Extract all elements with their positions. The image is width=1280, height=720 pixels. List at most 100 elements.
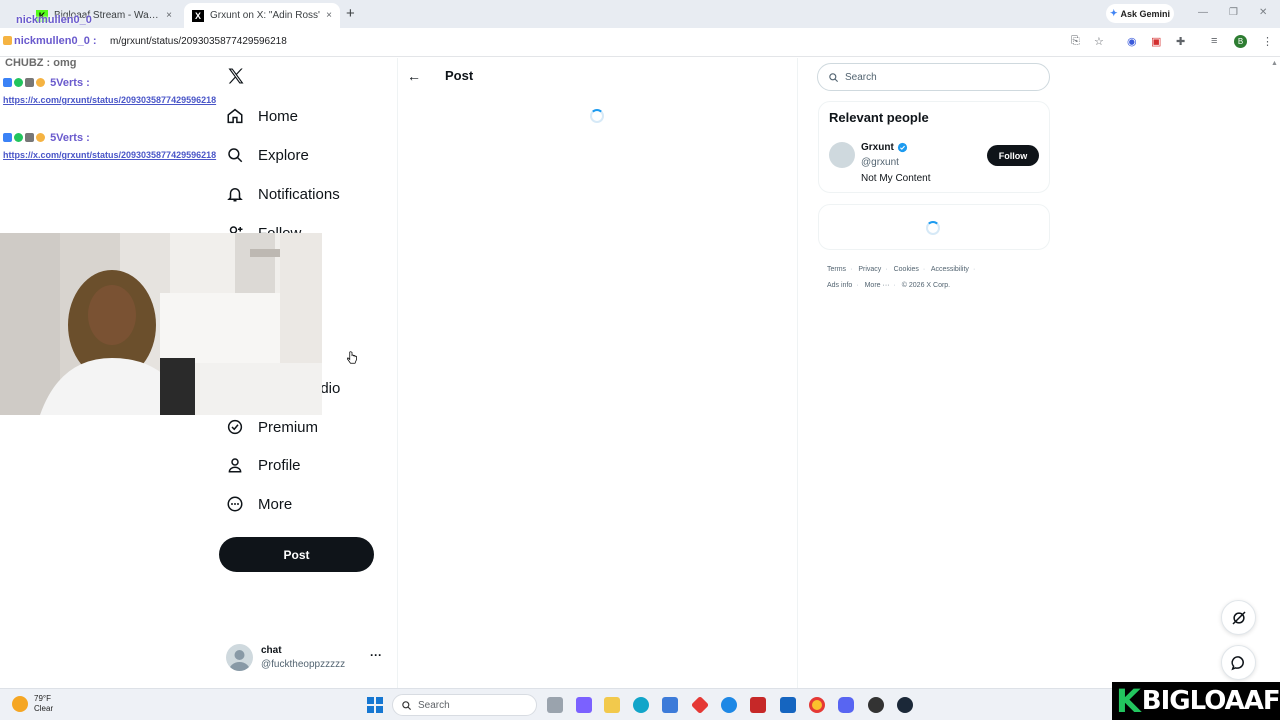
close-icon[interactable]: × — [320, 10, 332, 21]
account-switcher[interactable]: chat @fucktheoppzzzzz ··· — [226, 642, 386, 674]
back-arrow-icon[interactable]: ← — [407, 68, 421, 84]
x-favicon-icon: X — [192, 9, 204, 22]
red-app-icon[interactable] — [690, 695, 710, 715]
page-title: Post — [445, 68, 474, 83]
search-input[interactable] — [845, 71, 1025, 83]
outlook-icon[interactable] — [780, 697, 796, 713]
home-icon — [227, 108, 243, 124]
relevant-people-title: Relevant people — [829, 110, 929, 125]
discord-icon[interactable] — [838, 697, 854, 713]
person-icon — [228, 458, 242, 473]
badge-icon — [14, 133, 23, 142]
person-name-text: Grxunt — [861, 142, 894, 153]
search-box[interactable] — [817, 63, 1050, 91]
copilot-icon[interactable] — [576, 697, 592, 713]
weather-description: Clear — [34, 704, 54, 713]
trends-card-loading — [818, 204, 1050, 250]
verified-icon — [227, 419, 243, 435]
footer-link-ads-info[interactable]: Ads info — [827, 282, 852, 289]
menu-kebab-icon[interactable]: ⋮ — [1262, 35, 1273, 48]
bell-icon — [227, 188, 243, 202]
tab-title: Grxunt on X: "Adin Ross's friend — [210, 10, 320, 21]
ask-gemini-button[interactable]: ✦ Ask Gemini — [1106, 4, 1174, 23]
copyright: © 2026 X Corp. — [901, 282, 951, 289]
mouse-cursor-icon — [346, 351, 358, 370]
store-icon[interactable] — [662, 697, 678, 713]
post-button[interactable]: Post — [219, 537, 374, 572]
extensions-puzzle-icon[interactable]: ✚ — [1176, 35, 1185, 48]
chat-overlay-line: nickmullen0_0 : — [3, 35, 97, 47]
ask-gemini-label: Ask Gemini — [1120, 8, 1171, 19]
edge-icon[interactable] — [633, 697, 649, 713]
file-explorer-icon[interactable] — [604, 697, 620, 713]
url-field[interactable]: m/grxunt/status/2093035877429596218 — [110, 36, 287, 47]
footer-link-accessibility[interactable]: Accessibility — [931, 266, 969, 273]
follow-button[interactable]: Follow — [987, 145, 1039, 166]
media-control-icon[interactable]: ≡ — [1211, 35, 1217, 47]
nav-label: Profile — [258, 456, 301, 474]
loading-spinner — [590, 109, 604, 123]
minimize-icon[interactable]: — — [1198, 7, 1208, 18]
nav-premium[interactable]: Premium — [226, 414, 318, 440]
nav-explore[interactable]: Explore — [226, 142, 309, 168]
search-icon — [829, 72, 839, 82]
steam-icon[interactable] — [897, 697, 913, 713]
nav-more[interactable]: More — [226, 491, 292, 517]
footer-link-privacy[interactable]: Privacy — [858, 266, 881, 273]
watermark-text: BIGLOAAF — [1141, 686, 1280, 716]
task-view-icon[interactable] — [547, 697, 563, 713]
chat-link: https://x.com/grxunt/status/209303587742… — [3, 95, 217, 105]
close-icon[interactable]: × — [160, 10, 172, 21]
sparkle-icon: ✦ — [1109, 8, 1118, 18]
badge-icon — [14, 78, 23, 87]
footer-link-more[interactable]: More ··· — [865, 282, 890, 289]
mcafee-icon[interactable] — [750, 697, 766, 713]
scrollbar-up-arrow[interactable]: ▲ — [1271, 60, 1278, 67]
avatar — [226, 644, 253, 671]
close-window-icon[interactable]: ✕ — [1259, 7, 1267, 18]
more-circle-icon — [227, 496, 243, 512]
chat-overlay-top-user: nickmullen0_0 — [16, 14, 92, 26]
loading-spinner — [926, 221, 940, 235]
weather-icon[interactable] — [12, 696, 28, 712]
nav-profile[interactable]: Profile — [226, 452, 301, 478]
new-tab-button[interactable]: + — [346, 5, 355, 22]
nav-label: Premium — [258, 418, 319, 436]
relevant-people-card: Relevant people Grxunt @grxunt Not My Co… — [818, 101, 1050, 193]
start-button-icon[interactable] — [367, 697, 383, 713]
grok-button[interactable] — [1221, 600, 1256, 635]
tab-grxunt-post[interactable]: X Grxunt on X: "Adin Ross's friend × — [184, 3, 340, 28]
nav-label: Notifications — [258, 185, 340, 203]
weather-temperature[interactable]: 79°F — [34, 694, 51, 703]
nav-home[interactable]: Home — [226, 103, 298, 129]
install-app-icon[interactable]: ⎘ — [1071, 35, 1080, 48]
taskbar-search-placeholder: Search — [418, 699, 450, 711]
nav-notifications[interactable]: Notifications — [226, 181, 340, 207]
nav-label: Explore — [258, 146, 309, 164]
grok-icon — [1231, 610, 1246, 625]
taskbar-search[interactable]: Search — [392, 694, 537, 716]
badge-icon — [25, 133, 34, 142]
maximize-icon[interactable]: ❐ — [1229, 7, 1238, 18]
chat-message: 5Verts : — [3, 132, 90, 144]
bookmark-star-icon[interactable]: ☆ — [1094, 35, 1104, 48]
footer-link-cookies[interactable]: Cookies — [894, 266, 919, 273]
bigloaaf-watermark-logo: K BIGLOAAF — [1112, 682, 1280, 720]
extension-badge-icon[interactable]: ▣ — [1151, 35, 1161, 48]
help-icon[interactable] — [721, 697, 737, 713]
badge-icon — [25, 78, 34, 87]
badge-icon — [3, 36, 12, 45]
badge-icon — [3, 133, 12, 142]
browser-profile-avatar[interactable]: B — [1234, 35, 1247, 48]
account-more-icon[interactable]: ··· — [370, 648, 382, 662]
avatar[interactable] — [829, 142, 855, 168]
extension-icon[interactable]: ◉ — [1127, 35, 1137, 48]
messages-button[interactable] — [1221, 645, 1256, 680]
footer-link-terms[interactable]: Terms — [827, 266, 846, 273]
chrome-icon[interactable] — [809, 697, 825, 713]
x-logo-icon[interactable] — [226, 66, 246, 86]
person-name[interactable]: Grxunt — [861, 142, 908, 153]
nav-label: Home — [258, 107, 299, 125]
obs-icon[interactable] — [868, 697, 884, 713]
footer-links: Terms · Privacy · Cookies · Accessibility · … — [827, 266, 976, 289]
